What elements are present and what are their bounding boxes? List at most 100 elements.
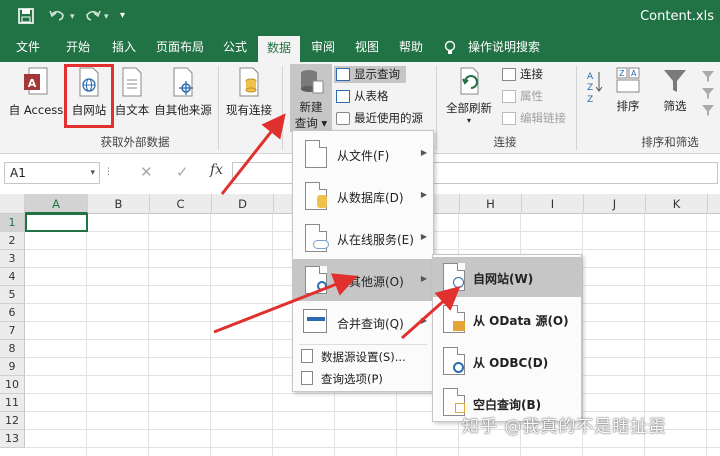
svg-text:A: A	[587, 72, 594, 82]
edit-links-icon	[502, 112, 516, 125]
sort-az-button[interactable]: AZ Z	[582, 68, 606, 111]
row-header[interactable]: 9	[0, 358, 25, 376]
combine-icon	[303, 309, 327, 333]
tab-help[interactable]: 帮助	[390, 34, 432, 62]
menu-item-from-web[interactable]: 自网站(W)	[433, 257, 581, 297]
filter-label: 筛选	[663, 99, 687, 113]
properties-icon	[502, 90, 516, 103]
menu-item-from-file[interactable]: 从文件(F) ▶	[293, 133, 433, 175]
tell-me-search[interactable]: 操作说明搜索	[464, 34, 544, 62]
row-header[interactable]: 8	[0, 340, 25, 358]
row-header[interactable]: 1	[0, 214, 25, 232]
from-other-sources-label: 自其他来源	[154, 103, 212, 117]
column-header[interactable]: H	[460, 194, 522, 214]
column-header[interactable]: I	[522, 194, 584, 214]
connections-group-label: 连接	[493, 135, 517, 149]
column-header[interactable]: D	[212, 194, 274, 214]
svg-text:Z: Z	[619, 69, 625, 78]
refresh-all-button[interactable]: 全部刷新 ▾	[440, 66, 498, 125]
connections-button[interactable]: 连接	[500, 66, 550, 83]
from-access-button[interactable]: A 自 Access	[6, 66, 66, 118]
tab-file[interactable]: 文件	[6, 34, 50, 62]
tab-review[interactable]: 审阅	[302, 34, 344, 62]
table-icon	[336, 90, 350, 103]
row-header[interactable]: 12	[0, 412, 25, 430]
recent-sources-button[interactable]: 最近使用的源	[334, 110, 428, 127]
existing-connections-button[interactable]: 现有连接	[222, 66, 276, 118]
redo-dropdown-icon[interactable]: ▾	[104, 12, 109, 30]
tab-page-layout[interactable]: 页面布局	[148, 34, 212, 62]
name-box-dropdown-icon[interactable]: ▾	[90, 163, 95, 183]
column-header[interactable]: C	[150, 194, 212, 214]
menu-item-query-options[interactable]: 查询选项(P)	[293, 367, 433, 389]
ribbon-separator	[218, 66, 219, 150]
title-bar: ▾ ▾ ▾ Content.xls	[0, 0, 720, 34]
refresh-icon	[460, 67, 479, 95]
from-access-label: 自 Access	[8, 103, 64, 117]
insert-function-icon[interactable]: fx	[210, 162, 223, 178]
connections-icon	[502, 68, 516, 81]
tab-view[interactable]: 视图	[346, 34, 388, 62]
show-queries-icon	[336, 68, 350, 81]
tab-insert[interactable]: 插入	[102, 34, 146, 62]
row-header[interactable]: 2	[0, 232, 25, 250]
sort-label: 排序	[616, 99, 640, 113]
row-header[interactable]: 5	[0, 286, 25, 304]
ribbon-separator	[436, 66, 437, 150]
filter-button[interactable]: 筛选	[654, 66, 696, 114]
refresh-all-label: 全部刷新	[446, 101, 492, 115]
new-query-label: 新建	[299, 100, 323, 114]
column-header[interactable]: J	[584, 194, 646, 214]
row-header[interactable]: 3	[0, 250, 25, 268]
sort-az-icon: AZ Z	[587, 72, 603, 105]
submenu-arrow-icon: ▶	[420, 190, 427, 199]
globe-icon	[453, 277, 464, 288]
from-table-button[interactable]: 从表格	[334, 88, 398, 105]
undo-dropdown-icon[interactable]: ▾	[70, 12, 75, 30]
column-header[interactable]: B	[88, 194, 150, 214]
redo-icon[interactable]	[84, 8, 102, 26]
settings-icon	[301, 349, 313, 363]
recent-sources-icon	[336, 112, 350, 125]
row-header[interactable]: 13	[0, 430, 25, 448]
svg-text:Z: Z	[587, 83, 593, 93]
menu-item-from-other-sources[interactable]: 从其他源(O) ▶	[293, 259, 433, 301]
text-file-icon	[122, 67, 142, 97]
undo-icon[interactable]	[48, 8, 66, 26]
save-icon[interactable]	[18, 8, 34, 26]
enter-icon[interactable]: ✓	[176, 163, 189, 181]
tab-data[interactable]: 数据	[258, 36, 300, 62]
menu-item-from-online-services[interactable]: 从在线服务(E) ▶	[293, 217, 433, 259]
from-text-button[interactable]: 自文本	[112, 66, 152, 118]
svg-text:Z: Z	[587, 95, 593, 105]
name-box[interactable]: A1 ▾	[4, 162, 100, 184]
row-header[interactable]: 4	[0, 268, 25, 286]
column-header[interactable]: K	[646, 194, 708, 214]
row-header[interactable]: 11	[0, 394, 25, 412]
database-icon	[317, 195, 327, 208]
name-box-more-icon[interactable]: ⋮	[104, 167, 113, 177]
tab-formulas[interactable]: 公式	[214, 34, 256, 62]
active-cell-a1[interactable]	[25, 213, 88, 232]
row-header[interactable]: 7	[0, 322, 25, 340]
customize-toolbar-icon[interactable]: ▾	[120, 10, 125, 28]
row-header[interactable]: 6	[0, 304, 25, 322]
menu-item-data-source-settings[interactable]: 数据源设置(S)...	[293, 345, 433, 367]
column-header[interactable]: A	[25, 194, 88, 214]
menu-item-from-odata[interactable]: 从 OData 源(O)	[433, 299, 581, 339]
menu-item-from-database[interactable]: 从数据库(D) ▶	[293, 175, 433, 217]
menu-item-combine-queries[interactable]: 合并查询(Q) ▶	[293, 301, 433, 343]
properties-button[interactable]: 属性	[500, 88, 550, 105]
edit-links-button[interactable]: 编辑链接	[500, 110, 570, 127]
row-header[interactable]: 10	[0, 376, 25, 394]
select-all-corner[interactable]	[0, 194, 25, 214]
from-other-sources-button[interactable]: 自其他来源	[152, 66, 214, 118]
sort-button[interactable]: ZA 排序	[610, 66, 646, 114]
menu-item-from-odbc[interactable]: 从 ODBC(D)	[433, 341, 581, 381]
new-query-button[interactable]: 新建 查询 ▾	[290, 64, 332, 132]
sort-filter-group-label: 排序和筛选	[641, 135, 699, 149]
show-queries-button[interactable]: 显示查询	[334, 66, 406, 83]
advanced-filter-icons[interactable]	[700, 68, 718, 121]
cancel-icon[interactable]: ✕	[140, 163, 153, 181]
tab-home[interactable]: 开始	[56, 34, 100, 62]
